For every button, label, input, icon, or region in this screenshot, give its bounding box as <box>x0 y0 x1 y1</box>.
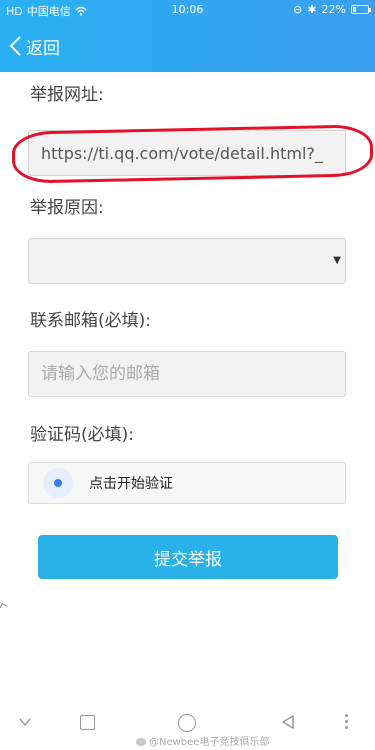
reason-select[interactable]: ▼ <box>28 238 346 284</box>
back-label: 返回 <box>26 38 60 59</box>
status-bar: HD 中国电信 10:06 ⊖ ✱ 22% <box>0 0 375 20</box>
submit-report-button[interactable]: 提交举报 <box>38 535 338 579</box>
url-label: 举报网址: <box>30 85 104 105</box>
verify-label: 点击开始验证 <box>89 476 173 492</box>
reason-label: 举报原因: <box>30 198 104 218</box>
status-right: ⊖ ✱ 22% <box>293 3 371 16</box>
bluetooth-icon: ✱ <box>307 3 317 16</box>
chevron-left-icon <box>9 36 21 56</box>
verify-indicator-icon <box>43 468 73 498</box>
url-field[interactable]: https://ti.qq.com/vote/detail.html?_ <box>28 130 346 176</box>
back-button[interactable]: 返回 <box>8 32 60 60</box>
captcha-verify-button[interactable]: 点击开始验证 <box>28 462 346 504</box>
home-button[interactable] <box>178 714 196 732</box>
battery-fill <box>353 7 356 12</box>
weibo-icon <box>136 738 146 746</box>
battery-icon <box>351 5 371 14</box>
battery-percent: 22% <box>321 3 346 16</box>
email-input[interactable] <box>28 351 346 397</box>
watermark: @Newbee电子竞技俱乐部 <box>136 733 269 748</box>
email-label: 联系邮箱(必填): <box>30 311 151 331</box>
recent-apps-button[interactable] <box>80 715 95 730</box>
lock-rotation-icon: ⊖ <box>293 3 303 16</box>
more-menu-icon[interactable] <box>345 714 349 730</box>
back-triangle-icon[interactable] <box>280 714 296 730</box>
dropdown-arrow-icon: ▼ <box>333 255 341 266</box>
captcha-label: 验证码(必填): <box>30 425 134 445</box>
chevron-down-icon[interactable] <box>18 715 32 729</box>
nav-bar: 返回 <box>0 20 375 72</box>
watermark-text: @Newbee电子竞技俱乐部 <box>149 737 270 748</box>
edge-mark <box>0 602 8 613</box>
